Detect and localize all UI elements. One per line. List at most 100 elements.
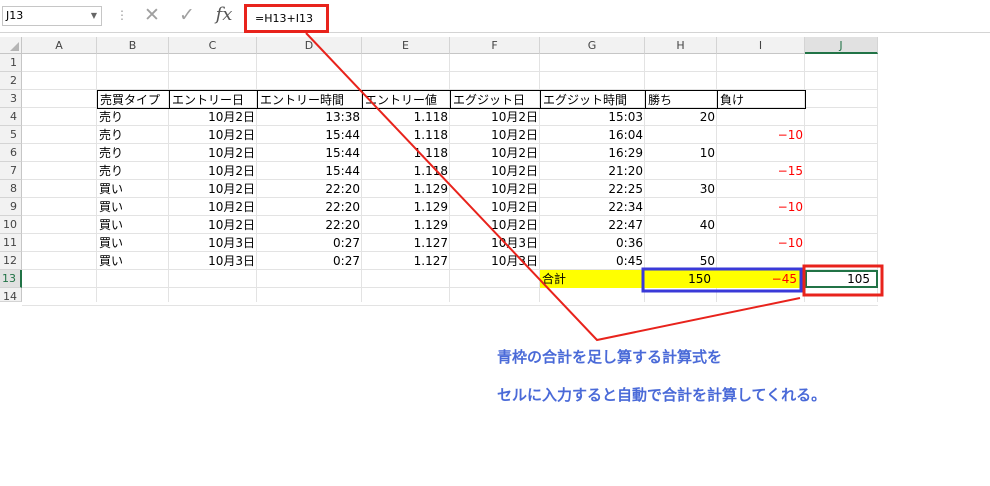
insert-function-icon[interactable]: fx	[212, 3, 236, 27]
table-cell[interactable]: 1.118	[362, 108, 450, 126]
table-cell[interactable]: 10月2日	[450, 162, 540, 180]
table-cell[interactable]: 10月2日	[169, 180, 257, 198]
table-cell[interactable]: 10月2日	[450, 180, 540, 198]
table-cell[interactable]	[645, 198, 717, 216]
table-cell[interactable]: 16:04	[540, 126, 645, 144]
table-cell[interactable]: 22:47	[540, 216, 645, 234]
row-header-3[interactable]: 3	[0, 90, 22, 108]
table-cell[interactable]: 15:44	[257, 144, 362, 162]
table-cell[interactable]	[645, 126, 717, 144]
table-cell[interactable]: 16:29	[540, 144, 645, 162]
table-cell[interactable]: 1.118	[362, 144, 450, 162]
table-cell[interactable]: 10月2日	[169, 198, 257, 216]
table-cell[interactable]: 買い	[97, 180, 169, 198]
table-cell[interactable]: 50	[645, 252, 717, 270]
table-cell[interactable]: 10月2日	[450, 126, 540, 144]
column-header-f[interactable]: F	[450, 37, 540, 54]
table-cell[interactable]: 売り	[97, 144, 169, 162]
table-cell[interactable]: 10月2日	[450, 144, 540, 162]
column-header-g[interactable]: G	[540, 37, 645, 54]
table-cell[interactable]: −10	[717, 126, 805, 144]
row-header-10[interactable]: 10	[0, 216, 22, 234]
table-cell[interactable]: 1.118	[362, 126, 450, 144]
total-label-cell[interactable]: 合計	[540, 270, 645, 288]
table-cell[interactable]: 0:45	[540, 252, 645, 270]
table-cell[interactable]: 10月2日	[169, 126, 257, 144]
table-cell[interactable]: 10月2日	[450, 198, 540, 216]
table-cell[interactable]: 22:20	[257, 180, 362, 198]
row-header-12[interactable]: 12	[0, 252, 22, 270]
formula-input[interactable]: =H13+I13	[244, 4, 329, 33]
table-cell[interactable]: 10月2日	[169, 216, 257, 234]
table-cell[interactable]: 22:20	[257, 216, 362, 234]
table-cell[interactable]: 買い	[97, 252, 169, 270]
table-cell[interactable]: 買い	[97, 234, 169, 252]
row-header-8[interactable]: 8	[0, 180, 22, 198]
select-all-corner[interactable]	[0, 37, 22, 54]
table-cell[interactable]: 10	[645, 144, 717, 162]
chevron-down-icon[interactable]: ▼	[91, 7, 97, 25]
table-cell[interactable]: −10	[717, 198, 805, 216]
table-cell[interactable]: 1.118	[362, 162, 450, 180]
table-cell[interactable]: 1.129	[362, 180, 450, 198]
table-cell[interactable]: 15:44	[257, 162, 362, 180]
column-header-e[interactable]: E	[362, 37, 450, 54]
total-loss-cell[interactable]: −45	[717, 270, 805, 288]
table-cell[interactable]: 10月2日	[450, 216, 540, 234]
row-header-9[interactable]: 9	[0, 198, 22, 216]
table-cell[interactable]: 0:27	[257, 252, 362, 270]
table-cell[interactable]: −10	[717, 234, 805, 252]
sum-result-cell[interactable]: 105	[805, 270, 878, 288]
row-header-6[interactable]: 6	[0, 144, 22, 162]
table-cell[interactable]: 10月2日	[169, 162, 257, 180]
table-cell[interactable]: 0:27	[257, 234, 362, 252]
table-cell[interactable]: 20	[645, 108, 717, 126]
table-cell[interactable]	[645, 234, 717, 252]
table-cell[interactable]: 15:03	[540, 108, 645, 126]
table-cell[interactable]: 30	[645, 180, 717, 198]
table-cell[interactable]: 1.127	[362, 252, 450, 270]
table-cell[interactable]: −15	[717, 162, 805, 180]
table-cell[interactable]: 1.127	[362, 234, 450, 252]
table-cell[interactable]: 10月3日	[450, 234, 540, 252]
table-cell[interactable]: 10月3日	[169, 252, 257, 270]
enter-check-icon[interactable]: ✓	[176, 4, 198, 26]
table-cell[interactable]: 売り	[97, 162, 169, 180]
row-header-4[interactable]: 4	[0, 108, 22, 126]
column-header-j[interactable]: J	[805, 37, 878, 54]
table-cell[interactable]: 10月3日	[450, 252, 540, 270]
table-cell[interactable]	[717, 252, 805, 270]
row-header-13[interactable]: 13	[0, 270, 22, 288]
total-win-cell[interactable]: 150	[645, 270, 717, 288]
table-cell[interactable]: 買い	[97, 198, 169, 216]
row-header-14[interactable]: 14	[0, 288, 22, 303]
table-cell[interactable]: 1.129	[362, 198, 450, 216]
table-cell[interactable]	[717, 216, 805, 234]
table-cell[interactable]: 15:44	[257, 126, 362, 144]
table-cell[interactable]: 買い	[97, 216, 169, 234]
name-box[interactable]: J13 ▼	[2, 6, 102, 26]
table-cell[interactable]	[717, 180, 805, 198]
row-header-11[interactable]: 11	[0, 234, 22, 252]
table-cell[interactable]: 0:36	[540, 234, 645, 252]
table-cell[interactable]: 22:34	[540, 198, 645, 216]
row-header-5[interactable]: 5	[0, 126, 22, 144]
table-cell[interactable]: 10月2日	[450, 108, 540, 126]
table-cell[interactable]: 10月2日	[169, 108, 257, 126]
cancel-icon[interactable]: ✕	[141, 4, 163, 26]
column-header-i[interactable]: I	[717, 37, 805, 54]
column-header-a[interactable]: A	[22, 37, 97, 54]
row-header-2[interactable]: 2	[0, 72, 22, 90]
table-cell[interactable]: 売り	[97, 126, 169, 144]
table-cell[interactable]: 21:20	[540, 162, 645, 180]
table-cell[interactable]: 売り	[97, 108, 169, 126]
table-cell[interactable]: 40	[645, 216, 717, 234]
column-header-d[interactable]: D	[257, 37, 362, 54]
column-header-c[interactable]: C	[169, 37, 257, 54]
row-header-1[interactable]: 1	[0, 54, 22, 72]
table-cell[interactable]: 1.129	[362, 216, 450, 234]
table-cell[interactable]	[645, 162, 717, 180]
table-cell[interactable]	[717, 108, 805, 126]
table-cell[interactable]: 13:38	[257, 108, 362, 126]
table-cell[interactable]: 22:25	[540, 180, 645, 198]
